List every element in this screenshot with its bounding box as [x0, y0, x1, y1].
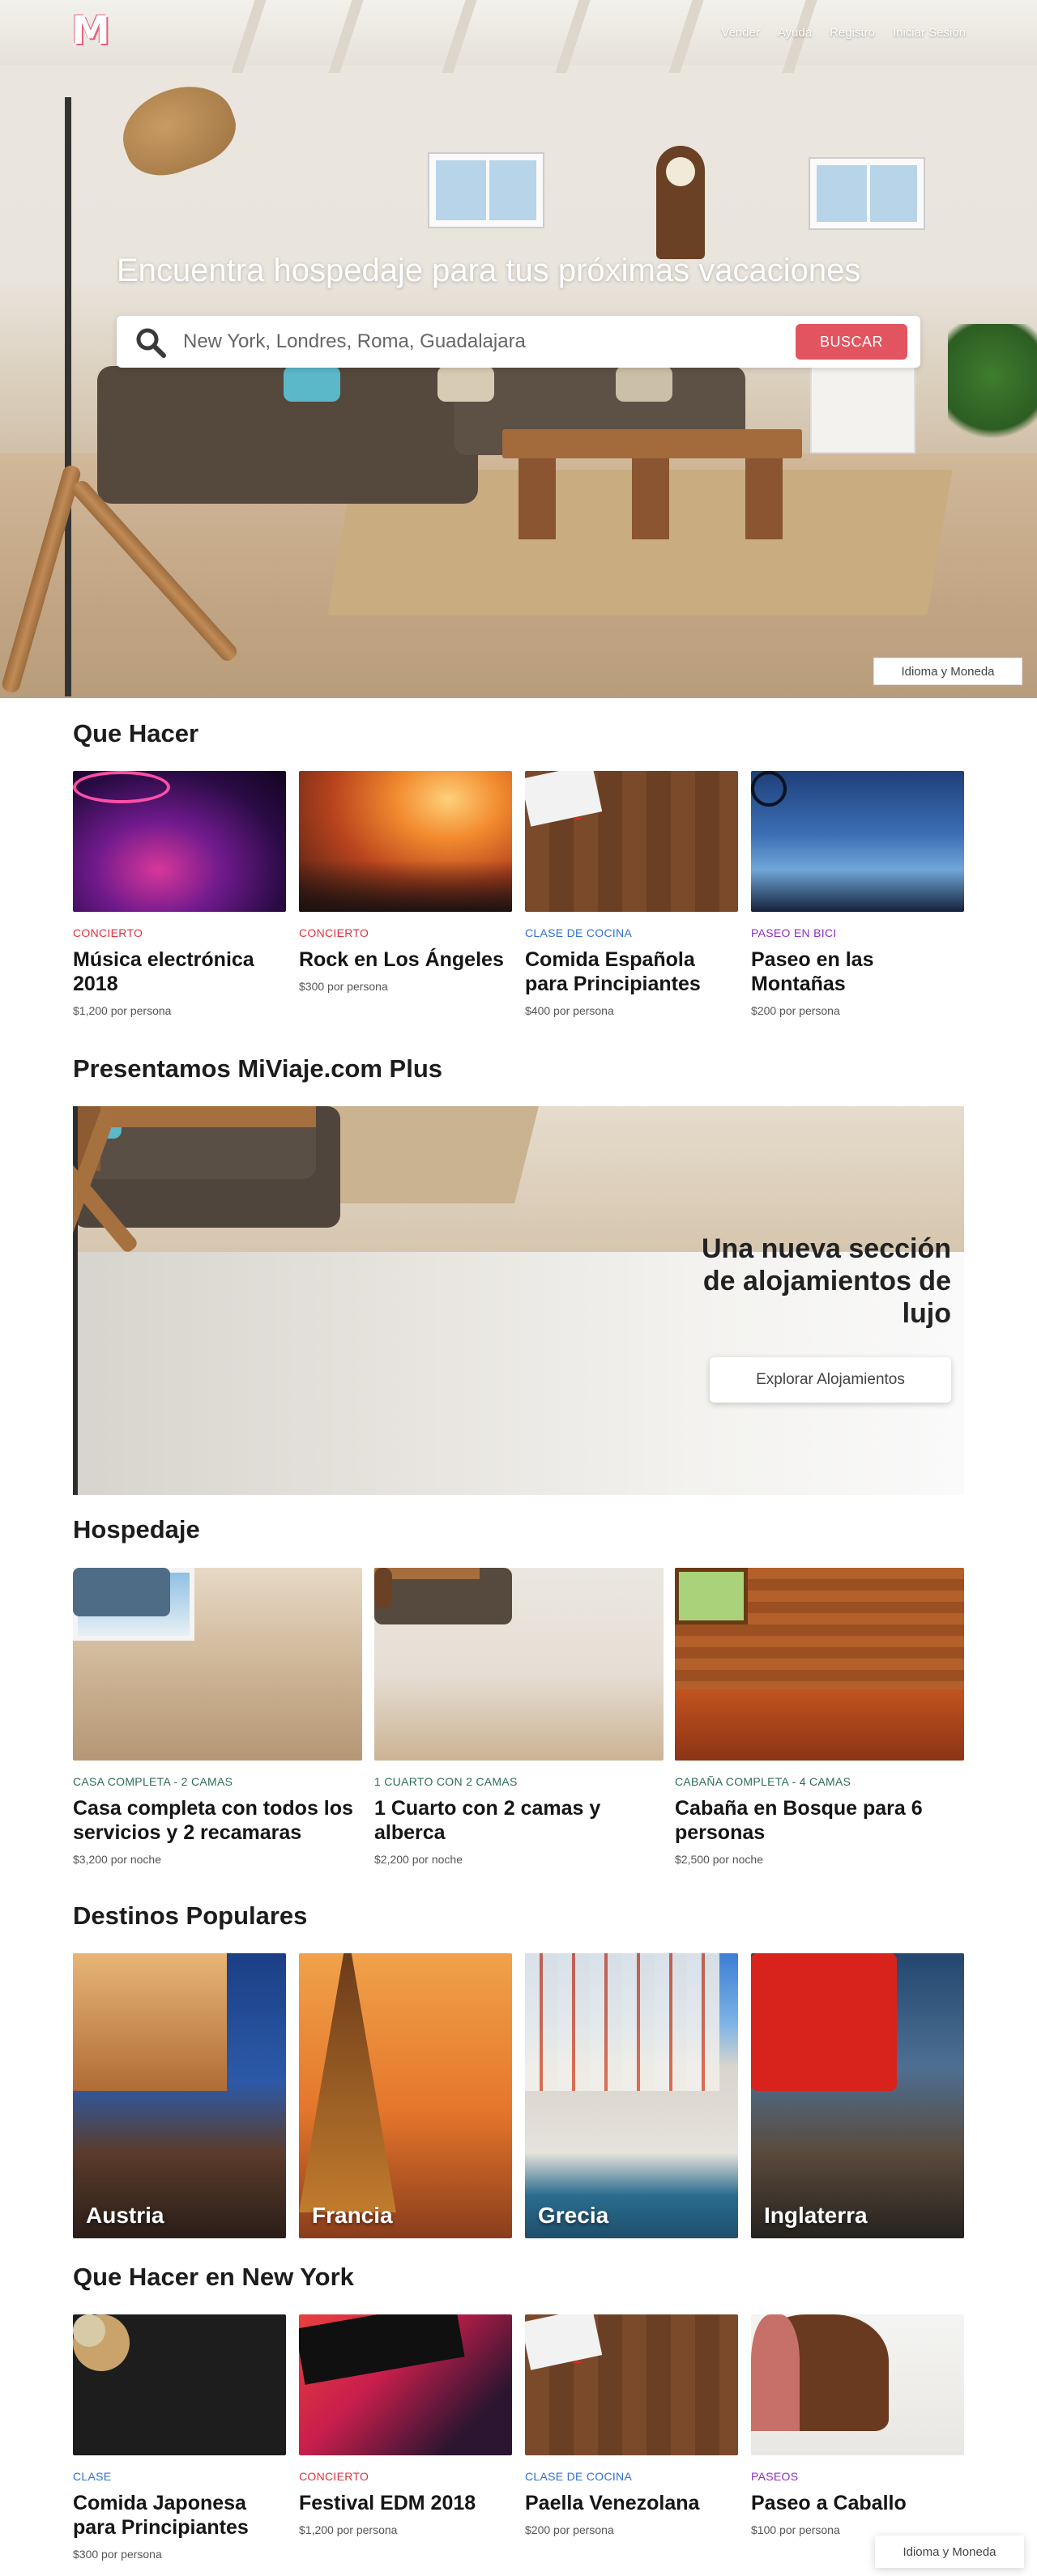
activity-price: $200 por persona	[525, 2523, 614, 2536]
lodging-price: $3,200 por noche	[73, 1853, 161, 1866]
lodging-image	[675, 1568, 964, 1761]
destination-label: Grecia	[538, 2203, 609, 2228]
site-logo[interactable]: M	[71, 11, 110, 50]
hero-window	[810, 159, 924, 228]
activity-card[interactable]: CONCIERTO Festival EDM 2018 $1,200 por p…	[299, 2314, 512, 2536]
coffee-table-image	[502, 429, 802, 458]
activity-title[interactable]: Festival EDM 2018	[299, 2491, 512, 2515]
wall-clock-image	[656, 146, 705, 259]
section-title-destinos: Destinos Populares	[73, 1901, 308, 1930]
activity-card[interactable]: CLASE Comida Japonesa para Principiantes…	[73, 2314, 286, 2561]
language-currency-button[interactable]: Idioma y Moneda	[873, 658, 1022, 685]
language-currency-floating-button[interactable]: Idioma y Moneda	[875, 2536, 1024, 2568]
lodging-title[interactable]: 1 Cuarto con 2 camas y alberca	[374, 1796, 664, 1845]
activity-card[interactable]: CONCIERTO Música electrónica 2018 $1,200…	[73, 771, 286, 1017]
activity-title[interactable]: Paseo a Caballo	[751, 2491, 964, 2515]
activity-title[interactable]: Rock en Los Ángeles	[299, 947, 512, 972]
activity-image	[73, 2314, 286, 2455]
activity-card[interactable]: PASEOS Paseo a Caballo $100 por persona	[751, 2314, 964, 2536]
activity-price: $300 por persona	[73, 2548, 162, 2561]
activity-image	[751, 2314, 964, 2455]
activity-price: $1,200 por persona	[299, 2523, 398, 2536]
activity-category: CLASE DE COCINA	[525, 926, 633, 939]
lamp-image	[111, 72, 245, 187]
search-input[interactable]	[183, 327, 799, 356]
lodging-card[interactable]: CASA COMPLETA - 2 CAMAS Casa completa co…	[73, 1568, 362, 1866]
activity-price: $200 por persona	[751, 1004, 840, 1017]
nav-link-iniciar-sesion[interactable]: Iniciar Sesión	[893, 26, 966, 40]
page: M Vender Ayuda Registro Iniciar Sesión E…	[0, 0, 1037, 2576]
activity-image	[525, 2314, 738, 2455]
explore-lodging-button[interactable]: Explorar Alojamientos	[710, 1357, 951, 1403]
activity-category: PASEOS	[751, 2470, 799, 2483]
destination-image: Inglaterra	[751, 1953, 964, 2238]
destination-label: Inglaterra	[764, 2203, 868, 2228]
lodging-image	[374, 1568, 664, 1761]
activity-title[interactable]: Paella Venezolana	[525, 2491, 738, 2515]
lodging-price: $2,500 por noche	[675, 1853, 763, 1866]
destination-card[interactable]: Inglaterra	[751, 1953, 964, 2238]
activity-category: CLASE DE COCINA	[525, 2470, 633, 2483]
search-bar: BUSCAR	[117, 316, 920, 368]
lodging-title[interactable]: Casa completa con todos los servicios y …	[73, 1796, 362, 1845]
search-button[interactable]: BUSCAR	[796, 324, 907, 360]
activity-category: CONCIERTO	[73, 926, 143, 939]
activity-image	[299, 771, 512, 912]
activity-image	[73, 771, 286, 912]
activity-image	[525, 771, 738, 912]
activity-category: PASEO EN BICI	[751, 926, 837, 939]
activity-title[interactable]: Paseo en las Montañas	[751, 947, 964, 996]
activity-category: CONCIERTO	[299, 926, 369, 939]
activity-title[interactable]: Comida Española para Principiantes	[525, 947, 738, 996]
activity-price: $400 por persona	[525, 1004, 614, 1017]
hero-title: Encuentra hospedaje para tus próximas va…	[117, 253, 861, 288]
activity-category: CLASE	[73, 2470, 112, 2483]
activity-title[interactable]: Música electrónica 2018	[73, 947, 286, 996]
destination-card[interactable]: Austria	[73, 1953, 286, 2238]
lodging-image	[73, 1568, 362, 1761]
search-icon	[136, 328, 166, 358]
section-title-plus: Presentamos MiViaje.com Plus	[73, 1054, 443, 1083]
destination-label: Francia	[312, 2203, 393, 2228]
nav-link-ayuda[interactable]: Ayuda	[778, 26, 812, 40]
nav-link-registro[interactable]: Registro	[830, 26, 875, 40]
destination-image: Francia	[299, 1953, 512, 2238]
lodging-category: CASA COMPLETA - 2 CAMAS	[73, 1775, 233, 1788]
section-title-hospedaje: Hospedaje	[73, 1515, 200, 1543]
lodging-category: 1 CUARTO CON 2 CAMAS	[374, 1775, 518, 1788]
lodging-card[interactable]: 1 CUARTO CON 2 CAMAS 1 Cuarto con 2 cama…	[374, 1568, 664, 1866]
activity-category: CONCIERTO	[299, 2470, 369, 2483]
lodging-category: CABAÑA COMPLETA - 4 CAMAS	[675, 1775, 851, 1788]
section-title-que-hacer-ny: Que Hacer en New York	[73, 2263, 354, 2291]
hero-window	[429, 154, 543, 227]
section-title-que-hacer: Que Hacer	[73, 719, 199, 747]
destination-card[interactable]: Grecia	[525, 1953, 738, 2238]
activity-price: $1,200 por persona	[73, 1004, 172, 1017]
activity-card[interactable]: PASEO EN BICI Paseo en las Montañas $200…	[751, 771, 964, 1017]
nav-links: Vender Ayuda Registro Iniciar Sesión	[721, 26, 966, 40]
activity-price: $100 por persona	[751, 2523, 840, 2536]
hero-section: M Vender Ayuda Registro Iniciar Sesión E…	[0, 0, 1037, 698]
destination-label: Austria	[86, 2203, 164, 2228]
destination-card[interactable]: Francia	[299, 1953, 512, 2238]
activity-title[interactable]: Comida Japonesa para Principiantes	[73, 2491, 286, 2540]
activity-price: $300 por persona	[299, 980, 388, 993]
plus-banner: Una nueva sección de alojamientos de luj…	[73, 1106, 964, 1495]
activity-image	[751, 771, 964, 912]
activity-card[interactable]: CONCIERTO Rock en Los Ángeles $300 por p…	[299, 771, 512, 993]
lodging-price: $2,200 por noche	[374, 1853, 463, 1866]
lodging-title[interactable]: Cabaña en Bosque para 6 personas	[675, 1796, 964, 1845]
plus-tagline: Una nueva sección de alojamientos de luj…	[701, 1233, 951, 1329]
activity-card[interactable]: CLASE DE COCINA Paella Venezolana $200 p…	[525, 2314, 738, 2536]
nav-link-vender[interactable]: Vender	[721, 26, 760, 40]
destination-image: Grecia	[525, 1953, 738, 2238]
destination-image: Austria	[73, 1953, 286, 2238]
lodging-card[interactable]: CABAÑA COMPLETA - 4 CAMAS Cabaña en Bosq…	[675, 1568, 964, 1866]
activity-image	[299, 2314, 512, 2455]
top-navigation: M Vender Ayuda Registro Iniciar Sesión	[0, 0, 1037, 65]
activity-card[interactable]: CLASE DE COCINA Comida Española para Pri…	[525, 771, 738, 1017]
